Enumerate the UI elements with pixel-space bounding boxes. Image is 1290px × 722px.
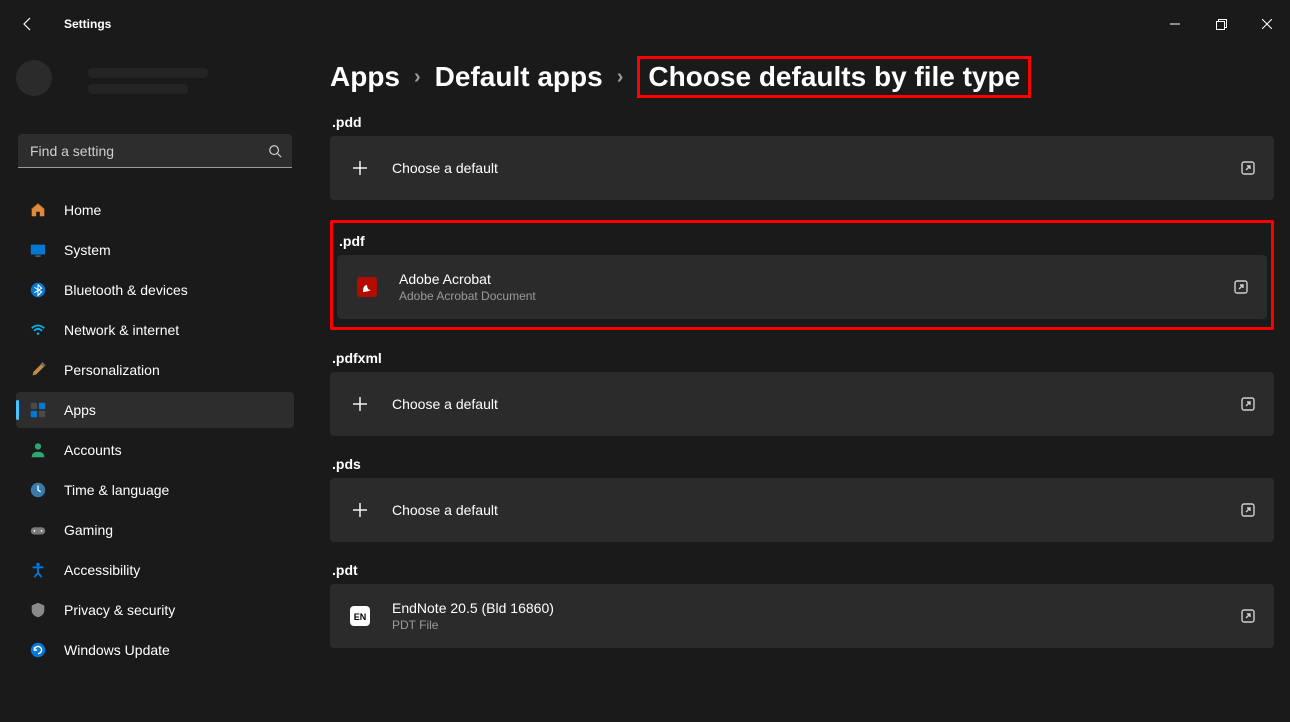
- person-icon: [28, 440, 48, 460]
- endnote-icon: EN: [348, 604, 372, 628]
- choose-default-card[interactable]: Choose a default: [330, 478, 1274, 542]
- plus-icon: [348, 156, 372, 180]
- open-icon: [1240, 396, 1256, 412]
- card-subtitle: Adobe Acrobat Document: [399, 289, 1213, 303]
- content-area: Home System Bluetooth & devices Network …: [0, 48, 1290, 722]
- filetype-group-pdd: .pdd Choose a default: [330, 114, 1274, 200]
- nav-privacy[interactable]: Privacy & security: [16, 592, 294, 628]
- plus-icon: [348, 498, 372, 522]
- nav-home[interactable]: Home: [16, 192, 294, 228]
- open-icon: [1240, 502, 1256, 518]
- filetype-label: .pdt: [332, 562, 1274, 578]
- nav-accounts[interactable]: Accounts: [16, 432, 294, 468]
- choose-default-card[interactable]: Choose a default: [330, 136, 1274, 200]
- card-title: Choose a default: [392, 502, 1220, 518]
- brush-icon: [28, 360, 48, 380]
- card-title: Choose a default: [392, 160, 1220, 176]
- apps-icon: [28, 400, 48, 420]
- minimize-icon: [1170, 19, 1180, 29]
- window-controls: [1152, 8, 1290, 40]
- filetype-label: .pdfxml: [332, 350, 1274, 366]
- nav-label: Network & internet: [64, 322, 179, 338]
- nav-label: Time & language: [64, 482, 169, 498]
- filetype-label: .pdf: [339, 233, 1269, 249]
- default-app-card[interactable]: EN EndNote 20.5 (Bld 16860) PDT File: [330, 584, 1274, 648]
- close-button[interactable]: [1244, 8, 1290, 40]
- clock-icon: [28, 480, 48, 500]
- sidebar: Home System Bluetooth & devices Network …: [0, 48, 310, 722]
- nav-network[interactable]: Network & internet: [16, 312, 294, 348]
- breadcrumb: Apps › Default apps › Choose defaults by…: [330, 56, 1274, 98]
- open-icon: [1240, 160, 1256, 176]
- arrow-left-icon: [20, 16, 36, 32]
- nav-list: Home System Bluetooth & devices Network …: [8, 192, 302, 668]
- maximize-button[interactable]: [1198, 8, 1244, 40]
- nav-label: Accounts: [64, 442, 122, 458]
- maximize-icon: [1216, 19, 1227, 30]
- chevron-right-icon: ›: [617, 66, 624, 89]
- choose-default-card[interactable]: Choose a default: [330, 372, 1274, 436]
- bluetooth-icon: [28, 280, 48, 300]
- accessibility-icon: [28, 560, 48, 580]
- filetype-group-pdf: .pdf Adobe Acrobat Adobe Acrobat Documen…: [330, 220, 1274, 330]
- nav-label: Accessibility: [64, 562, 140, 578]
- search-wrap: [18, 134, 292, 168]
- nav-apps[interactable]: Apps: [16, 392, 294, 428]
- filetype-group-pds: .pds Choose a default: [330, 456, 1274, 542]
- nav-label: Windows Update: [64, 642, 170, 658]
- profile-placeholder: [16, 60, 294, 116]
- nav-label: Apps: [64, 402, 96, 418]
- nav-personalization[interactable]: Personalization: [16, 352, 294, 388]
- system-icon: [28, 240, 48, 260]
- card-title: EndNote 20.5 (Bld 16860): [392, 600, 1220, 616]
- breadcrumb-current: Choose defaults by file type: [637, 56, 1031, 98]
- open-icon: [1233, 279, 1249, 295]
- filetype-group-pdt: .pdt EN EndNote 20.5 (Bld 16860) PDT Fil…: [330, 562, 1274, 648]
- nav-label: Gaming: [64, 522, 113, 538]
- shield-icon: [28, 600, 48, 620]
- nav-label: System: [64, 242, 111, 258]
- titlebar: Settings: [0, 0, 1290, 48]
- breadcrumb-default-apps[interactable]: Default apps: [435, 61, 603, 93]
- nav-label: Bluetooth & devices: [64, 282, 188, 298]
- update-icon: [28, 640, 48, 660]
- titlebar-left: Settings: [8, 4, 111, 44]
- card-title: Adobe Acrobat: [399, 271, 1213, 287]
- adobe-acrobat-icon: [355, 275, 379, 299]
- nav-label: Personalization: [64, 362, 160, 378]
- wifi-icon: [28, 320, 48, 340]
- gamepad-icon: [28, 520, 48, 540]
- nav-time[interactable]: Time & language: [16, 472, 294, 508]
- svg-text:EN: EN: [354, 612, 367, 622]
- open-icon: [1240, 608, 1256, 624]
- filetype-label: .pds: [332, 456, 1274, 472]
- nav-update[interactable]: Windows Update: [16, 632, 294, 668]
- window-title: Settings: [64, 17, 111, 31]
- home-icon: [28, 200, 48, 220]
- card-title: Choose a default: [392, 396, 1220, 412]
- default-app-card[interactable]: Adobe Acrobat Adobe Acrobat Document: [337, 255, 1267, 319]
- filetype-label: .pdd: [332, 114, 1274, 130]
- minimize-button[interactable]: [1152, 8, 1198, 40]
- main-panel: Apps › Default apps › Choose defaults by…: [310, 48, 1290, 722]
- close-icon: [1262, 19, 1272, 29]
- nav-bluetooth[interactable]: Bluetooth & devices: [16, 272, 294, 308]
- nav-label: Privacy & security: [64, 602, 175, 618]
- nav-accessibility[interactable]: Accessibility: [16, 552, 294, 588]
- chevron-right-icon: ›: [414, 66, 421, 89]
- card-subtitle: PDT File: [392, 618, 1220, 632]
- nav-label: Home: [64, 202, 101, 218]
- nav-gaming[interactable]: Gaming: [16, 512, 294, 548]
- filetype-group-pdfxml: .pdfxml Choose a default: [330, 350, 1274, 436]
- nav-system[interactable]: System: [16, 232, 294, 268]
- search-icon: [268, 144, 282, 158]
- search-input[interactable]: [18, 134, 292, 168]
- breadcrumb-apps[interactable]: Apps: [330, 61, 400, 93]
- back-button[interactable]: [8, 4, 48, 44]
- plus-icon: [348, 392, 372, 416]
